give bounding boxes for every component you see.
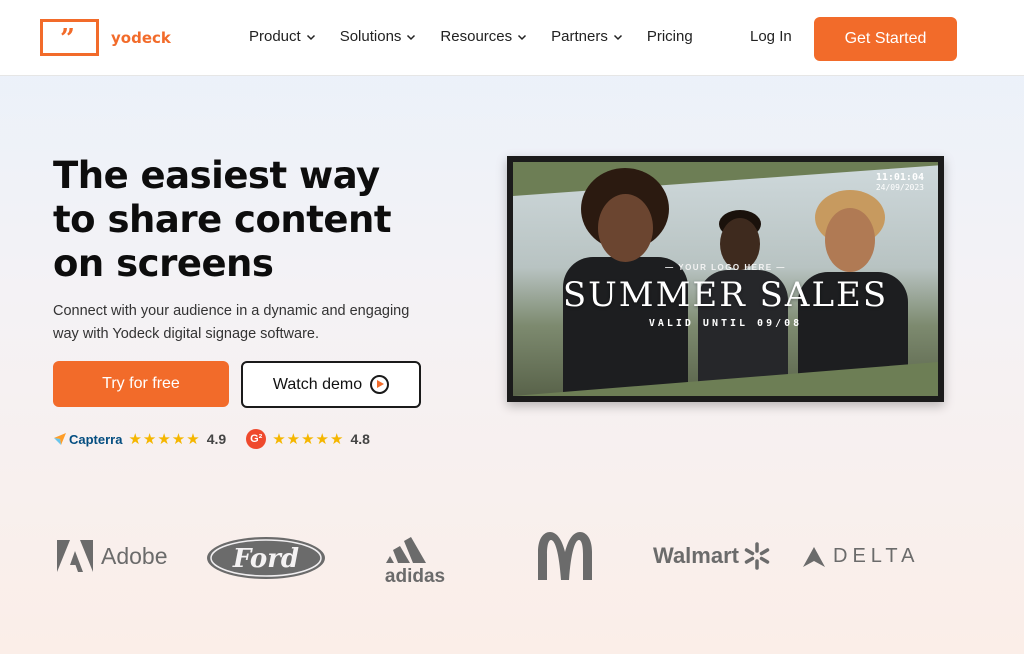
rating-score: 4.8: [350, 431, 370, 447]
star-rating: ★★★★★: [128, 431, 201, 448]
chevron-down-icon: [306, 34, 315, 40]
walmart-text: Walmart: [653, 543, 739, 568]
hero-title-line: The easiest way: [53, 154, 380, 197]
nav-item-solutions[interactable]: Solutions: [340, 28, 417, 45]
walmart-spark-icon: [744, 542, 770, 570]
screen-clock: 11:01:04 24/09/2023: [876, 172, 924, 192]
capterra-label: Capterra: [69, 431, 123, 447]
rating-score: 4.9: [206, 431, 227, 447]
ford-logo: Ford: [205, 535, 327, 586]
delta-logo: DELTA: [803, 545, 920, 568]
capterra-logo: Capterra: [53, 432, 122, 447]
promo-validity: VALID UNTIL 09/08: [648, 318, 803, 329]
g2-logo: G²: [246, 429, 267, 449]
promo-headline: SUMMER SALES: [562, 275, 889, 315]
nav-item-label: Solutions: [339, 28, 402, 45]
clock-date: 24/09/2023: [875, 183, 924, 192]
adidas-text: adidas: [384, 566, 446, 587]
watch-demo-button[interactable]: Watch demo: [241, 361, 421, 408]
logo-text: yodeck: [111, 28, 171, 47]
top-navbar: ” yodeck Product Solutions Resources Par…: [0, 0, 1024, 76]
ford-text: Ford: [232, 544, 299, 574]
adidas-stripes-icon: [386, 537, 426, 563]
nav-item-partners[interactable]: Partners: [551, 28, 623, 45]
nav-item-label: Pricing: [646, 28, 693, 45]
capterra-arrow-icon: [54, 433, 66, 445]
nav-item-pricing[interactable]: Pricing: [647, 28, 693, 45]
adidas-logo: adidas: [380, 533, 450, 588]
golden-arches-icon: [538, 532, 592, 580]
ratings-row: Capterra ★★★★★ 4.9 G² ★★★★★ 4.8: [53, 429, 390, 449]
get-started-button[interactable]: Get Started: [814, 17, 957, 61]
star-rating: ★★★★★: [272, 431, 345, 448]
signage-screen-preview: 11:01:04 24/09/2023 — YOUR LOGO HERE — S…: [507, 156, 944, 402]
adobe-icon: [57, 540, 93, 572]
watch-demo-label: Watch demo: [272, 375, 363, 393]
adobe-logo: Adobe: [57, 540, 168, 572]
adobe-text: Adobe: [101, 542, 168, 569]
g2-rating[interactable]: G² ★★★★★ 4.8: [246, 429, 370, 449]
screen-content: 11:01:04 24/09/2023 — YOUR LOGO HERE — S…: [513, 162, 938, 396]
delta-text: DELTA: [833, 545, 920, 567]
ford-oval-icon: Ford: [207, 537, 325, 579]
customer-logos: Adobe Ford adidas Walmart DELTA: [0, 530, 1024, 590]
try-for-free-button[interactable]: Try for free: [53, 361, 229, 407]
hero-title: The easiest way to share content on scre…: [53, 154, 453, 286]
chevron-down-icon: [518, 34, 527, 40]
hero-subtitle: Connect with your audience in a dynamic …: [53, 303, 410, 342]
logo-icon: ”: [40, 19, 99, 56]
hero-title-line: on screens: [53, 242, 274, 285]
main-nav: Product Solutions Resources Partners Pri…: [249, 28, 717, 45]
walmart-logo: Walmart: [653, 542, 771, 570]
promo-logo-text: YOUR LOGO HERE: [678, 263, 773, 272]
delta-triangle-icon: [803, 546, 825, 567]
clock-time: 11:01:04: [875, 172, 924, 183]
hero-title-line: to share content: [53, 198, 392, 241]
mcdonalds-logo: [536, 532, 596, 585]
nav-item-label: Product: [249, 28, 301, 45]
login-link[interactable]: Log In: [750, 28, 792, 45]
capterra-rating[interactable]: Capterra ★★★★★ 4.9: [53, 430, 226, 448]
promo-logo-placeholder: — YOUR LOGO HERE —: [665, 263, 786, 272]
nav-item-resources[interactable]: Resources: [440, 28, 527, 45]
chevron-down-icon: [613, 34, 622, 40]
nav-item-product[interactable]: Product: [249, 28, 316, 45]
nav-item-label: Resources: [440, 28, 513, 45]
chevron-down-icon: [407, 34, 416, 40]
yodeck-logo[interactable]: ” yodeck: [40, 19, 171, 56]
play-icon: [370, 375, 390, 394]
nav-item-label: Partners: [551, 28, 608, 45]
